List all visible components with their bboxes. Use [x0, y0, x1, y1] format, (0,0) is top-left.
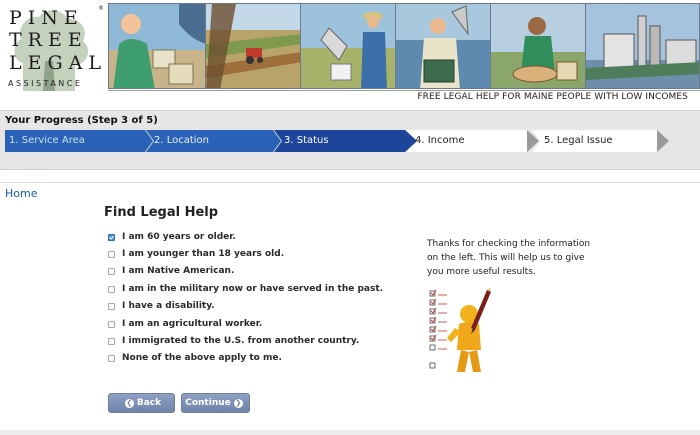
option-label: I have a disability.	[122, 301, 215, 311]
logo-line-3: LEGAL	[9, 52, 103, 74]
site-header: PINE TREE LEGAL ASSISTANCE ® FREE LEGAL …	[0, 0, 700, 104]
checkbox-native-american[interactable]	[108, 267, 115, 275]
checkbox-immigrated[interactable]	[108, 337, 115, 345]
checkbox-military[interactable]	[108, 285, 115, 293]
option-label: I am 60 years or older.	[122, 232, 236, 242]
continue-button-label: Continue	[185, 398, 231, 408]
checkbox-agricultural-worker[interactable]	[108, 320, 115, 328]
illustration-panel-mill	[585, 3, 700, 89]
option-label: I immigrated to the U.S. from another co…	[122, 336, 360, 346]
option-native-american[interactable]: I am Native American.	[108, 264, 234, 278]
illustration-panel-farmer	[300, 3, 396, 89]
checklist-figure-illustration	[429, 288, 491, 372]
site-tagline: FREE LEGAL HELP FOR MAINE PEOPLE WITH LO…	[417, 92, 688, 102]
option-agricultural-worker[interactable]: I am an agricultural worker.	[108, 317, 262, 331]
content-divider	[0, 182, 700, 183]
illustration-panel-worker	[108, 3, 206, 89]
option-label: I am younger than 18 years old.	[122, 249, 285, 259]
pine-tree-legal-logo[interactable]: PINE TREE LEGAL ASSISTANCE ®	[3, 3, 103, 93]
logo-line-4: ASSISTANCE	[8, 79, 83, 88]
option-60-or-older[interactable]: I am 60 years or older.	[108, 230, 236, 244]
chevron-left-icon: ❮	[124, 398, 134, 408]
step-location[interactable]: 2. Location	[154, 135, 209, 146]
option-under-18[interactable]: I am younger than 18 years old.	[108, 247, 284, 261]
option-immigrated[interactable]: I immigrated to the U.S. from another co…	[108, 334, 359, 348]
header-divider	[108, 90, 700, 91]
illustration-panel-farm	[205, 3, 301, 89]
option-military[interactable]: I am in the military now or have served …	[108, 282, 383, 296]
back-button[interactable]: ❮ Back	[108, 393, 175, 413]
footer-band	[0, 430, 700, 435]
option-label: I am in the military now or have served …	[122, 284, 384, 294]
checkbox-disability[interactable]	[108, 302, 115, 310]
option-label: I am Native American.	[122, 266, 235, 276]
logo-line-2: TREE	[9, 29, 88, 51]
illustration-panel-market	[490, 3, 586, 89]
home-link[interactable]: Home	[5, 187, 37, 200]
continue-button[interactable]: Continue ❯	[181, 393, 250, 413]
step-legal-issue: 5. Legal Issue	[544, 135, 613, 146]
option-label: I am an agricultural worker.	[122, 319, 263, 329]
checkbox-under-18[interactable]	[108, 250, 115, 258]
progress-title: Your Progress (Step 3 of 5)	[5, 115, 158, 126]
illustration-panel-lobster	[395, 3, 491, 89]
option-none-apply[interactable]: None of the above apply to me.	[108, 351, 282, 365]
option-disability[interactable]: I have a disability.	[108, 299, 215, 313]
back-button-label: Back	[136, 398, 162, 408]
step-service-area[interactable]: 1. Service Area	[9, 135, 85, 146]
checkbox-none-apply[interactable]	[108, 354, 115, 362]
step-income: 4. Income	[415, 135, 465, 146]
option-label: None of the above apply to me.	[122, 353, 282, 363]
step-status: 3. Status	[284, 135, 329, 146]
header-illustration	[108, 3, 700, 89]
page-title: Find Legal Help	[104, 205, 219, 220]
chevron-right-icon: ❯	[233, 398, 243, 408]
registered-mark: ®	[98, 5, 103, 12]
checkbox-60-or-older[interactable]	[108, 233, 115, 241]
info-message: Thanks for checking the information on t…	[427, 239, 591, 277]
logo-line-1: PINE	[9, 7, 84, 29]
